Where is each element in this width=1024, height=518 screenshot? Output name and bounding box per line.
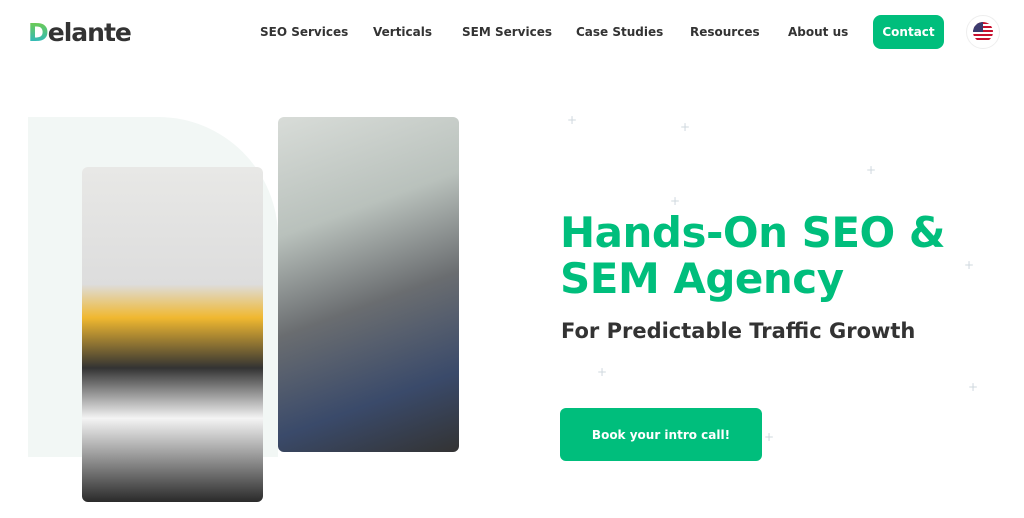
nav-about-us[interactable]: About us (788, 25, 848, 39)
plus-decoration-icon: + (567, 113, 578, 127)
plus-decoration-icon: + (764, 430, 775, 444)
logo[interactable]: Delante (28, 18, 132, 47)
nav-verticals[interactable]: Verticals (373, 25, 432, 39)
plus-decoration-icon: + (866, 163, 877, 177)
hero-photo-woman (82, 167, 263, 502)
nav-case-studies[interactable]: Case Studies (576, 25, 663, 39)
plus-decoration-icon: + (680, 120, 691, 134)
book-intro-call-button[interactable]: Book your intro call! (560, 408, 762, 461)
plus-decoration-icon: + (597, 365, 608, 379)
language-selector[interactable] (966, 15, 1000, 49)
contact-button[interactable]: Contact (873, 15, 944, 49)
us-flag-icon (973, 22, 993, 42)
hero-photo-man (278, 117, 459, 452)
plus-decoration-icon: + (670, 194, 681, 208)
nav-seo-services[interactable]: SEO Services (260, 25, 348, 39)
plus-decoration-icon: + (968, 380, 979, 394)
hero-title: Hands-On SEO & SEM Agency (560, 208, 946, 303)
nav-sem-services[interactable]: SEM Services (462, 25, 552, 39)
nav-resources[interactable]: Resources (690, 25, 760, 39)
hero-subtitle: For Predictable Traffic Growth (561, 319, 916, 343)
